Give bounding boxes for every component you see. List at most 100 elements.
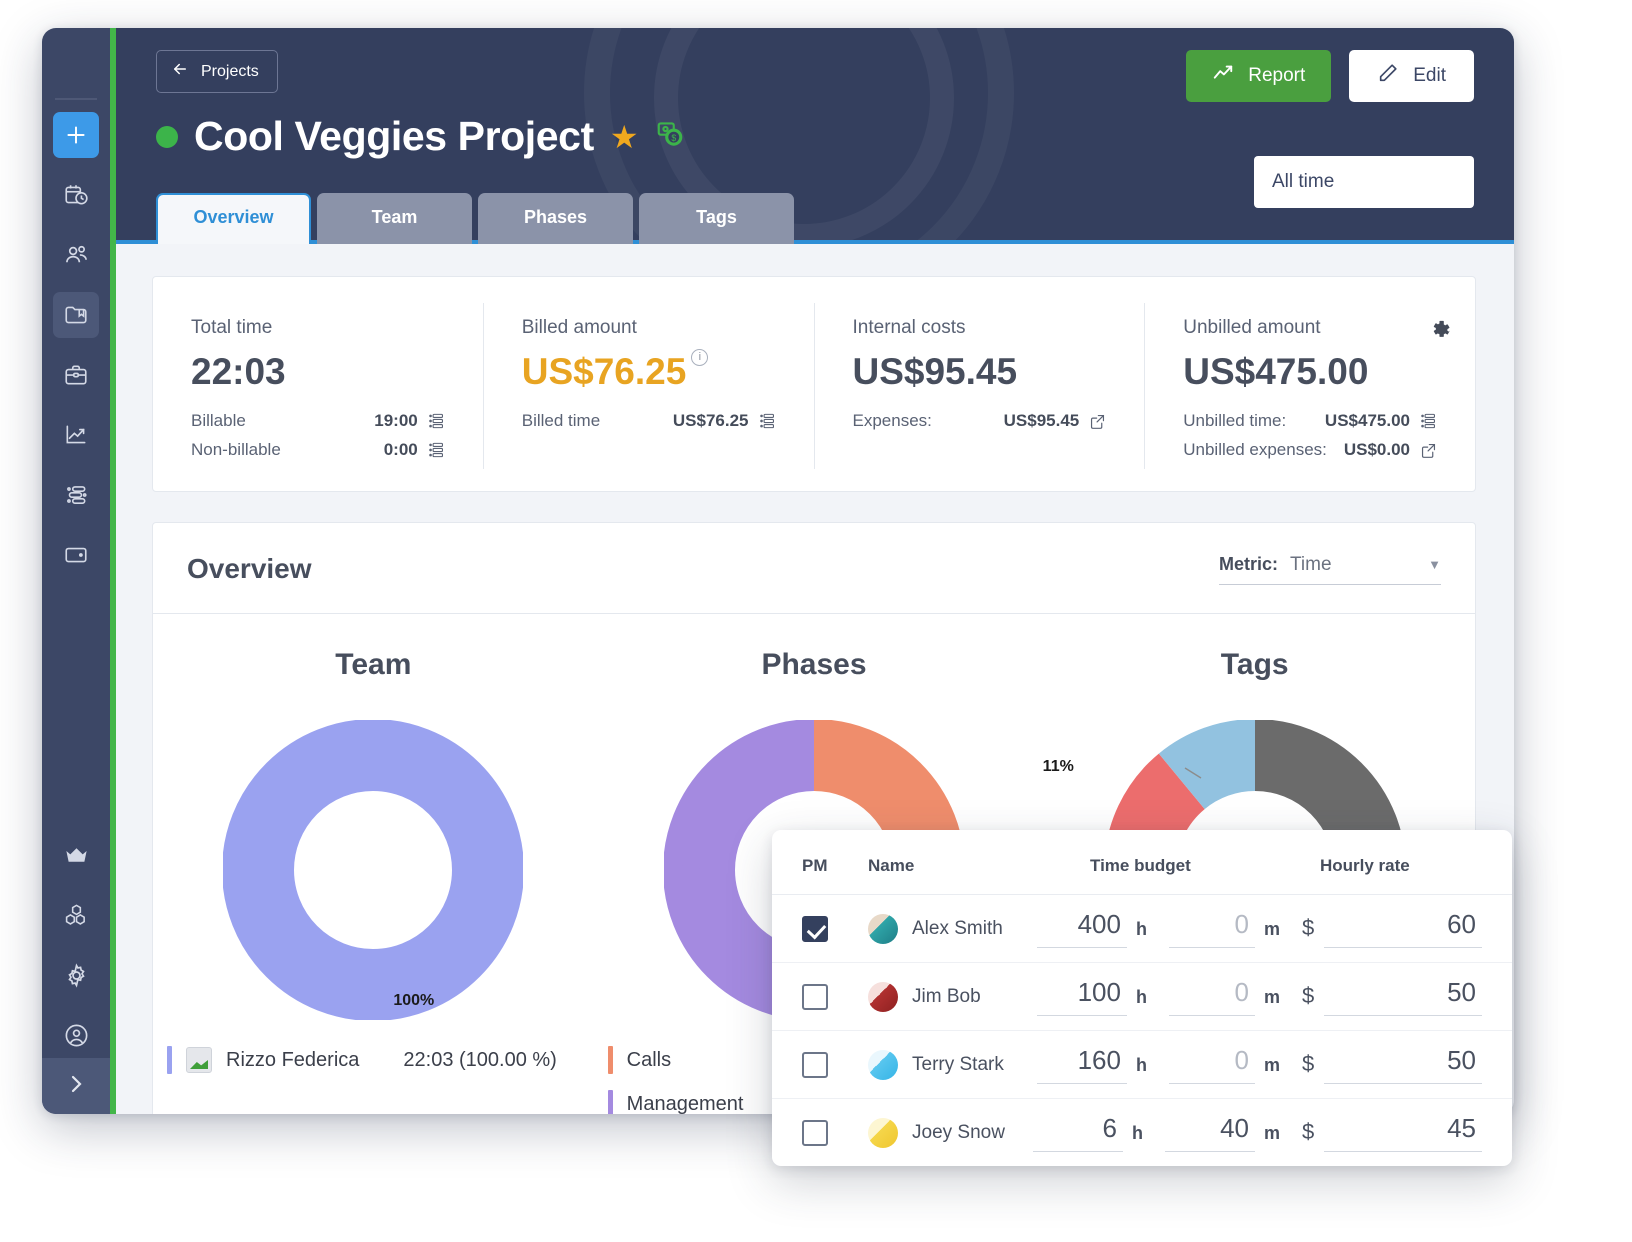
- stat-detail-key: Unbilled expenses:: [1183, 440, 1327, 459]
- column-header-pm: PM: [802, 856, 828, 875]
- pm-checkbox[interactable]: [802, 1051, 828, 1078]
- plus-icon: [63, 122, 89, 148]
- sidebar-item-add[interactable]: [53, 112, 99, 158]
- stat-total-time: Total time 22:03 Billable 19:00 Non-bill…: [153, 303, 484, 469]
- back-to-projects-button[interactable]: Projects: [156, 50, 278, 93]
- report-icon[interactable]: [759, 412, 776, 430]
- info-icon[interactable]: i: [691, 349, 709, 366]
- avatar: [868, 1049, 898, 1080]
- name-cell: Jim Bob: [868, 981, 1037, 1012]
- external-link-icon[interactable]: [1420, 442, 1437, 459]
- hourly-rate-cell: $ 50: [1302, 977, 1482, 1016]
- rate-input[interactable]: 50: [1324, 1045, 1482, 1084]
- pm-checkbox[interactable]: [802, 1119, 828, 1146]
- sidebar-item-settings-list[interactable]: [53, 472, 99, 518]
- sidebar-divider: [55, 98, 97, 100]
- sidebar-item-clients[interactable]: [53, 352, 99, 398]
- chart-title: Phases: [761, 648, 867, 681]
- member-name: Joey Snow: [912, 1121, 1005, 1143]
- sidebar-item-premium[interactable]: [53, 832, 99, 878]
- report-icon[interactable]: [428, 412, 445, 430]
- hours-input[interactable]: 6: [1032, 1113, 1123, 1152]
- minutes-input[interactable]: 0: [1168, 977, 1255, 1016]
- tab-team[interactable]: Team: [317, 193, 472, 244]
- hourly-rate-cell: $ 60: [1302, 909, 1482, 948]
- settings-gear-icon[interactable]: [1427, 317, 1453, 348]
- team-donut[interactable]: 100%: [222, 719, 525, 1021]
- stat-value: US$76.25 i: [522, 349, 709, 393]
- rate-input[interactable]: 50: [1324, 977, 1482, 1016]
- legend-item[interactable]: Rizzo Federica 22:03 (100.00 %): [167, 1046, 594, 1074]
- stat-detail-value: US$0.00: [1343, 440, 1410, 459]
- tab-overview[interactable]: Overview: [156, 193, 311, 244]
- stat-detail-key: Billed time: [521, 411, 601, 430]
- sidebar-expand-button[interactable]: [42, 1058, 110, 1114]
- overview-title: Overview: [187, 553, 312, 584]
- sidebar-item-integrations[interactable]: [53, 892, 99, 938]
- rate-input[interactable]: 60: [1324, 909, 1482, 948]
- cubes-icon: [63, 902, 90, 929]
- external-link-icon[interactable]: [1089, 413, 1106, 430]
- report-button-label: Report: [1248, 65, 1306, 86]
- status-strip: [110, 28, 116, 1114]
- chevron-down-icon: ▼: [1428, 557, 1441, 572]
- name-cell: Terry Stark: [868, 1049, 1037, 1080]
- legend-label: Calls: [626, 1048, 672, 1071]
- stat-detail-key: Unbilled time:: [1183, 411, 1287, 430]
- report-icon[interactable]: [428, 441, 445, 459]
- crown-icon: [63, 842, 90, 869]
- edit-button[interactable]: Edit: [1349, 50, 1474, 102]
- sidebar-item-account[interactable]: [53, 1012, 99, 1058]
- hours-input[interactable]: 160: [1036, 1045, 1127, 1084]
- minutes-input[interactable]: 0: [1168, 909, 1255, 948]
- stat-detail-value: US$76.25: [672, 411, 749, 430]
- report-icon[interactable]: [1420, 412, 1437, 430]
- sidebar-item-invoices[interactable]: [53, 532, 99, 578]
- stat-label: Unbilled amount: [1183, 317, 1321, 338]
- people-icon: [63, 242, 90, 269]
- briefcase-icon: [63, 362, 89, 388]
- gear-icon: [63, 962, 90, 989]
- currency-symbol: $: [1302, 915, 1315, 940]
- name-cell: Joey Snow: [868, 1117, 1033, 1148]
- minutes-input[interactable]: 40: [1164, 1113, 1255, 1152]
- project-title-row: Cool Veggies Project ★ $: [156, 113, 1474, 160]
- metric-select[interactable]: Metric: Time ▼: [1219, 554, 1441, 585]
- pm-checkbox-cell: [802, 1119, 868, 1146]
- hours-input[interactable]: 100: [1036, 977, 1127, 1016]
- stat-value: US$95.45: [852, 351, 1018, 392]
- project-tabs: Overview Team Phases Tags: [156, 193, 794, 244]
- billable-money-icon: $: [655, 119, 685, 154]
- avatar: [868, 1117, 898, 1148]
- project-status-dot: [156, 125, 178, 148]
- favorite-star-icon[interactable]: ★: [610, 121, 639, 153]
- sidebar-item-projects[interactable]: [53, 292, 99, 338]
- stat-detail-row: Unbilled expenses: US$0.00: [1183, 440, 1437, 460]
- hours-input[interactable]: 400: [1036, 909, 1127, 948]
- date-range-select[interactable]: All time: [1254, 156, 1474, 208]
- legend-color-swatch: [607, 1090, 613, 1114]
- pm-checkbox[interactable]: [802, 915, 828, 942]
- avatar: [868, 981, 898, 1012]
- tab-tags[interactable]: Tags: [639, 193, 794, 244]
- sidebar-item-team[interactable]: [53, 232, 99, 278]
- minutes-unit: m: [1263, 987, 1280, 1007]
- sidebar-item-reports[interactable]: [53, 412, 99, 458]
- rate-input[interactable]: 45: [1324, 1113, 1482, 1152]
- pm-checkbox[interactable]: [802, 983, 828, 1010]
- currency-symbol: $: [1302, 1051, 1315, 1076]
- overview-header: Overview Metric: Time ▼: [153, 523, 1475, 614]
- tab-team-label: Team: [371, 207, 418, 227]
- hourly-rate-cell: $ 50: [1302, 1045, 1482, 1084]
- sidebar-item-settings[interactable]: [53, 952, 99, 998]
- calendar-clock-icon: [63, 182, 89, 208]
- stat-detail-key: Non-billable: [191, 440, 281, 459]
- minutes-input[interactable]: 0: [1168, 1045, 1255, 1084]
- time-budget-cell: 6 h 40 m: [1032, 1113, 1302, 1152]
- tab-phases[interactable]: Phases: [478, 193, 633, 244]
- sidebar-item-timer[interactable]: [53, 172, 99, 218]
- stat-internal-costs: Internal costs US$95.45 Expenses: US$95.…: [815, 303, 1146, 469]
- minutes-unit: m: [1263, 919, 1280, 939]
- report-button[interactable]: Report: [1186, 50, 1332, 102]
- trend-up-icon: [1212, 62, 1234, 90]
